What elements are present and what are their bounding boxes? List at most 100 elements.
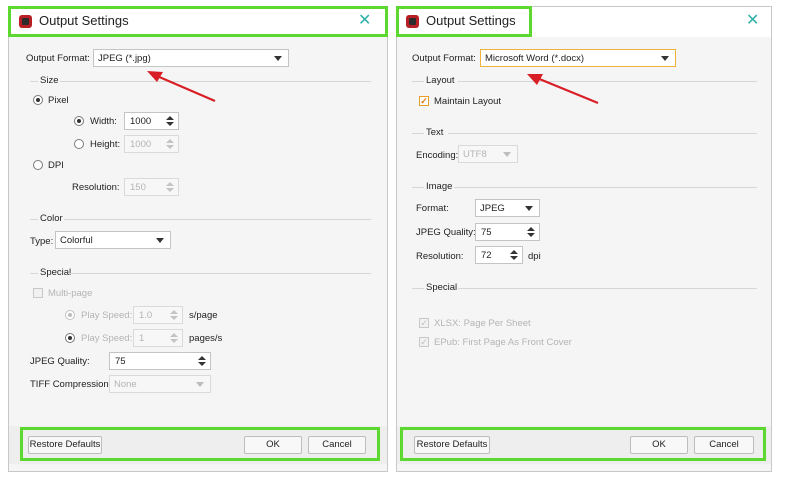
height-spinbox[interactable]: 1000: [124, 135, 179, 153]
play-speed-unit-1: s/page: [189, 310, 218, 321]
spin-down-icon[interactable]: [166, 122, 174, 126]
play-speed-pages-radio[interactable]: [65, 333, 75, 343]
width-spinbox[interactable]: 1000: [124, 112, 179, 130]
play-speed-sec-radio[interactable]: [65, 310, 75, 320]
height-value: 1000: [130, 139, 152, 150]
right-resolution-value: 72: [481, 250, 492, 261]
play-speed-spinbox-2[interactable]: 1: [133, 329, 183, 347]
left-resolution-spinbox[interactable]: 150: [124, 178, 179, 196]
type-select[interactable]: Colorful: [55, 231, 171, 249]
spin-down-icon[interactable]: [510, 256, 518, 260]
width-value: 1000: [130, 116, 152, 127]
left-output-format-select[interactable]: JPEG (*.jpg): [93, 49, 289, 67]
spin-up-icon[interactable]: [170, 310, 178, 314]
spin-up-icon[interactable]: [166, 116, 174, 120]
format-select[interactable]: JPEG: [475, 199, 540, 217]
spin-down-icon[interactable]: [166, 188, 174, 192]
format-value: JPEG: [480, 203, 505, 214]
chevron-down-icon: [156, 238, 164, 243]
section-title: Text: [426, 127, 444, 138]
left-resolution-label: Resolution:: [72, 182, 120, 193]
chevron-down-icon: [525, 206, 533, 211]
pixel-radio[interactable]: [33, 95, 43, 105]
spin-down-icon[interactable]: [198, 362, 206, 366]
height-radio[interactable]: [74, 139, 84, 149]
section-title: Special: [426, 282, 458, 293]
highlight-box-right-title: [396, 6, 532, 37]
section-title: Size: [40, 75, 59, 86]
right-jpeg-quality-spinbox[interactable]: 75: [475, 223, 540, 241]
encoding-select[interactable]: UTF8: [458, 145, 518, 163]
height-label: Height:: [90, 139, 121, 150]
right-output-format-value: Microsoft Word (*.docx): [485, 53, 585, 64]
width-radio[interactable]: [74, 116, 84, 126]
right-output-format-label: Output Format:: [412, 53, 476, 64]
divider: [412, 288, 424, 289]
spin-down-icon[interactable]: [527, 233, 535, 237]
left-jpeg-quality-value: 75: [115, 356, 126, 367]
chevron-down-icon: [274, 56, 282, 61]
type-value: Colorful: [60, 235, 93, 246]
spin-down-icon[interactable]: [166, 145, 174, 149]
highlight-box-right-footer: [400, 427, 766, 461]
chevron-down-icon: [196, 382, 204, 387]
epub-front-cover-label: EPub: First Page As Front Cover: [434, 337, 572, 348]
play-speed-value-1: 1.0: [139, 310, 153, 321]
left-resolution-value: 150: [130, 182, 146, 193]
spin-up-icon[interactable]: [527, 227, 535, 231]
format-label: Format:: [416, 203, 449, 214]
encoding-label: Encoding:: [416, 150, 459, 161]
divider: [412, 187, 424, 188]
spin-up-icon[interactable]: [170, 333, 178, 337]
right-output-format-select[interactable]: Microsoft Word (*.docx): [480, 49, 676, 67]
divider: [30, 273, 38, 274]
divider: [60, 81, 371, 82]
xlsx-page-per-sheet-checkbox[interactable]: ✓: [419, 318, 429, 328]
spin-up-icon[interactable]: [166, 139, 174, 143]
play-speed-spinbox-1[interactable]: 1.0: [133, 306, 183, 324]
right-special-section: Special: [426, 282, 757, 294]
width-label: Width:: [90, 116, 117, 127]
right-resolution-spinbox[interactable]: 72: [475, 246, 523, 264]
divider: [30, 219, 38, 220]
section-title: Image: [426, 181, 453, 192]
spin-down-icon[interactable]: [170, 316, 178, 320]
play-speed-label-1: Play Speed:: [81, 310, 133, 321]
left-output-format-value: JPEG (*.jpg): [98, 53, 151, 64]
divider: [412, 133, 424, 134]
divider: [64, 219, 371, 220]
tiff-compression-select[interactable]: None: [109, 375, 211, 393]
tiff-compression-label: TIFF Compression:: [30, 379, 112, 390]
pixel-label: Pixel: [48, 95, 69, 106]
right-close-icon[interactable]: ✕: [746, 13, 759, 29]
highlight-box-left-title: [8, 6, 388, 37]
left-jpeg-quality-spinbox[interactable]: 75: [109, 352, 211, 370]
divider: [412, 81, 424, 82]
multipage-checkbox[interactable]: [33, 288, 43, 298]
layout-section: Layout: [426, 75, 757, 87]
type-label: Type:: [30, 236, 54, 247]
spin-up-icon[interactable]: [166, 182, 174, 186]
epub-front-cover-checkbox[interactable]: ✓: [419, 337, 429, 347]
maintain-layout-checkbox[interactable]: ✓: [419, 96, 429, 106]
spin-up-icon[interactable]: [198, 356, 206, 360]
divider: [458, 81, 757, 82]
left-size-section: Size: [40, 75, 371, 87]
spin-down-icon[interactable]: [170, 339, 178, 343]
left-output-format-label: Output Format:: [26, 53, 90, 64]
xlsx-page-per-sheet-label: XLSX: Page Per Sheet: [434, 318, 531, 329]
spin-up-icon[interactable]: [510, 250, 518, 254]
image-section: Image: [426, 181, 757, 193]
divider: [454, 187, 757, 188]
right-jpeg-quality-label: JPEG Quality:: [416, 227, 476, 238]
divider: [448, 133, 757, 134]
highlight-box-left-footer: [20, 427, 380, 461]
dpi-radio[interactable]: [33, 160, 43, 170]
maintain-layout-label: Maintain Layout: [434, 96, 502, 107]
left-color-section: Color: [40, 213, 371, 225]
play-speed-unit-2: pages/s: [189, 333, 223, 344]
tiff-compression-value: None: [114, 379, 137, 390]
section-title: Color: [40, 213, 63, 224]
divider: [68, 273, 371, 274]
play-speed-value-2: 1: [139, 333, 145, 344]
